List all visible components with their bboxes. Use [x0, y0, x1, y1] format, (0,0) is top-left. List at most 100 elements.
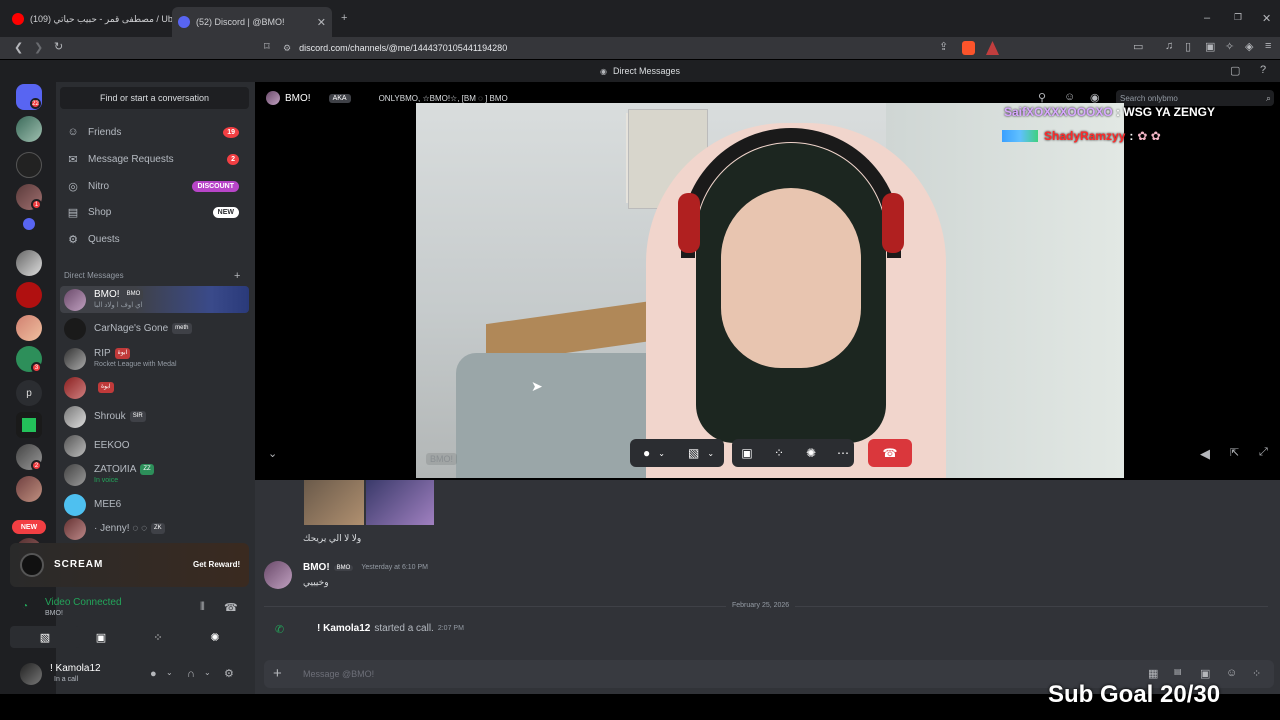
forward-icon[interactable]: ❯ [34, 41, 43, 54]
apps-icon[interactable]: ⁘ [1252, 667, 1261, 680]
minimize-icon[interactable]: – [1204, 12, 1210, 24]
music-icon[interactable]: ♫ [1165, 40, 1173, 52]
brave-shield-icon[interactable] [962, 41, 975, 55]
find-conversation-button[interactable]: Find or start a conversation [60, 87, 249, 109]
server-icon[interactable] [16, 476, 42, 502]
message-author[interactable]: BMO! [303, 562, 330, 573]
headphones-icon[interactable]: ∩ [187, 668, 195, 680]
mute-button[interactable]: ● ⌄ [630, 439, 678, 467]
video-label: BMO! [426, 453, 458, 465]
server-icon[interactable] [16, 315, 42, 341]
avatar[interactable] [264, 561, 292, 589]
dm-item-bmo[interactable]: BMO! BMO اي اوف ا ولاد البا [60, 286, 249, 313]
help-icon[interactable]: ? [1260, 64, 1266, 76]
gif-icon[interactable]: ▤ [1174, 667, 1182, 676]
dm-item[interactable]: · Jenny! ◌ ◌ ZK [60, 518, 249, 540]
avatar[interactable] [20, 663, 42, 685]
screen-share-button[interactable]: ▣ [736, 439, 758, 467]
voice-channel[interactable]: BMO! [45, 610, 63, 617]
soundboard-button[interactable]: ✺ [800, 439, 822, 467]
get-reward-button[interactable]: Get Reward! [193, 560, 240, 569]
inbox-icon[interactable]: ▢ [1230, 64, 1240, 77]
wallet-icon[interactable]: ▣ [1205, 40, 1215, 53]
discord-icon [178, 16, 190, 28]
video-feed[interactable]: BMO! [416, 103, 1124, 478]
vpn-icon[interactable]: ◈ [1245, 40, 1253, 53]
sidebar-icon[interactable]: ▯ [1185, 40, 1191, 53]
server-icon[interactable] [16, 152, 42, 178]
dm-item[interactable]: ZATOИIA ZZ In voice [60, 461, 249, 488]
brave-rewards-icon[interactable] [986, 41, 999, 55]
volume-icon[interactable]: ◀ [1200, 446, 1210, 462]
promo-banner[interactable]: SCREAM Get Reward! [10, 543, 249, 587]
back-icon[interactable]: ❮ [14, 41, 23, 54]
connection-icon[interactable]: ◔ [22, 601, 28, 612]
sticker-icon[interactable]: ▣ [1200, 667, 1210, 680]
extensions-icon[interactable]: ✧ [1225, 40, 1234, 53]
close-icon[interactable]: ✕ [317, 16, 326, 29]
add-attachment-icon[interactable]: + [273, 665, 282, 682]
camera-button[interactable]: ▧ ⌄ [678, 439, 724, 467]
dm-item[interactable]: Shrouk SIR [60, 403, 249, 430]
dm-item[interactable]: EEKOO [60, 432, 249, 459]
browser-tab-youtube[interactable]: (109) مصطفى قمر - حبيب حياتي / Ube [12, 8, 172, 30]
bookmark-icon[interactable]: ⌑ [264, 40, 270, 53]
gift-icon[interactable]: ▦ [1148, 667, 1158, 680]
activities-button[interactable]: ⁘ [768, 439, 790, 467]
site-info-icon[interactable]: ⚙ [283, 43, 291, 54]
message-time: Yesterday at 6:10 PM [361, 564, 429, 571]
more-button[interactable]: ⋯ [832, 439, 854, 467]
search-input[interactable]: Search onlybmo ⌕ [1116, 90, 1274, 106]
reload-icon[interactable]: ↻ [54, 40, 63, 53]
server-badge: 1 [31, 199, 42, 210]
dm-item[interactable]: RIP ابوة Rocket League with Medal [60, 345, 249, 372]
server-icon[interactable]: p [16, 380, 42, 406]
search-placeholder: Search onlybmo [1120, 93, 1178, 103]
maximize-icon[interactable]: ❐ [1234, 12, 1242, 23]
menu-icon[interactable]: ≡ [1265, 40, 1271, 52]
create-dm-icon[interactable]: + [234, 270, 240, 282]
screen-icon[interactable]: ▭ [1133, 40, 1143, 53]
emoji-icon[interactable]: ☺ [1226, 667, 1237, 679]
settings-icon[interactable]: ⚙ [224, 667, 234, 680]
call-author[interactable]: ! Kamola12 [317, 623, 370, 634]
share-icon[interactable]: ⇪ [939, 40, 948, 53]
dm-item[interactable]: ابوة [60, 374, 249, 401]
browser-tab-discord[interactable]: (52) Discord | @BMO! ✕ [172, 7, 332, 37]
disconnect-icon[interactable]: ☎ [224, 601, 238, 614]
nav-shop[interactable]: ▤ Shop NEW [60, 200, 249, 224]
leave-call-button[interactable]: ☎ [868, 439, 912, 467]
window-close-icon[interactable]: ✕ [1262, 12, 1271, 25]
url-field[interactable]: ⚙ discord.com/channels/@me/1444370105441… [283, 39, 983, 57]
fullscreen-icon[interactable]: ⤢ [1259, 446, 1268, 459]
chevron-down-icon[interactable]: ⌄ [268, 447, 277, 460]
nav-friends[interactable]: ☺ Friends 19 [60, 120, 249, 144]
server-icon[interactable] [16, 116, 42, 142]
noise-suppression-icon[interactable]: ⦀ [200, 601, 205, 614]
server-icon[interactable] [16, 250, 42, 276]
chevron-down-icon: ⌄ [658, 448, 665, 458]
dm-item[interactable]: MEE6 [60, 491, 249, 518]
nav-message-requests[interactable]: ✉ Message Requests 2 [60, 147, 249, 171]
image-attachment[interactable] [366, 480, 434, 525]
new-badge[interactable]: NEW [12, 520, 46, 534]
voice-status[interactable]: Video Connected [45, 597, 122, 608]
add-friend-icon[interactable]: ☺ [1064, 91, 1075, 103]
chevron-down-icon[interactable]: ⌄ [204, 668, 211, 677]
nav-nitro[interactable]: ◎ Nitro DISCOUNT [60, 174, 249, 198]
chevron-down-icon[interactable]: ⌄ [166, 668, 173, 677]
camera-off-icon: ▧ [39, 631, 51, 644]
microphone-icon[interactable]: ● [150, 668, 157, 680]
nav-quests[interactable]: ⚙ Quests [60, 227, 249, 251]
clan-tag: ابوة [114, 348, 131, 360]
username[interactable]: ! Kamola12 [50, 663, 101, 674]
server-icon[interactable] [16, 412, 42, 438]
call-user-name[interactable]: BMO! [285, 93, 311, 104]
pop-out-icon[interactable]: ⇱ [1230, 446, 1239, 459]
server-icon[interactable] [16, 282, 42, 308]
soundboard-button[interactable]: ✺ [180, 626, 250, 648]
dm-item[interactable]: CarNage's Gone meth [60, 315, 249, 342]
folder-icon[interactable] [23, 218, 35, 230]
image-attachment[interactable] [304, 480, 364, 525]
new-tab-icon[interactable]: + [341, 12, 347, 24]
